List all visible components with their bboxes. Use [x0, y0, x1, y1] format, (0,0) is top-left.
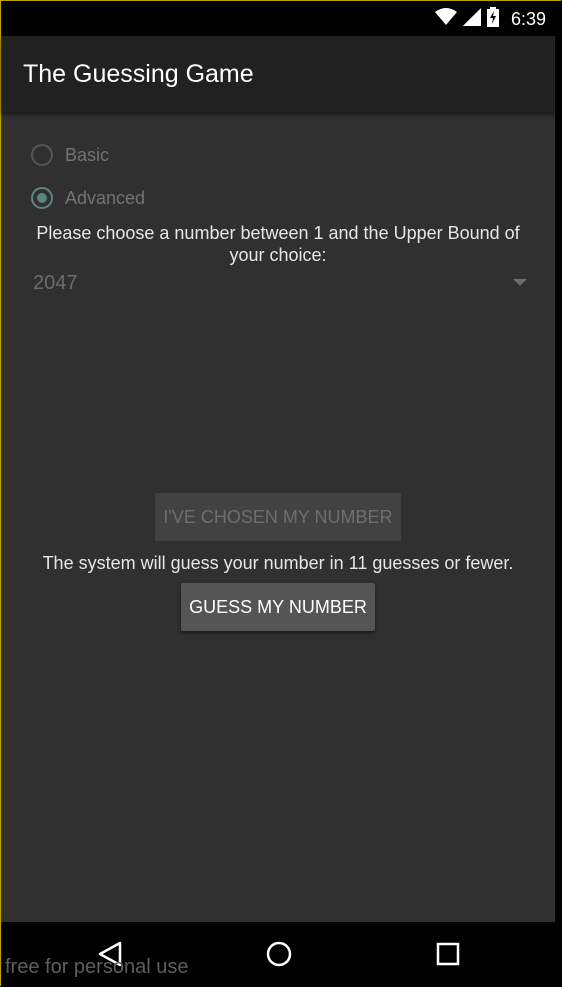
cell-signal-icon [462, 7, 481, 31]
dropdown-arrow-icon [513, 279, 527, 286]
radio-label-basic: Basic [65, 144, 110, 165]
radio-advanced[interactable]: Advanced [31, 183, 145, 213]
watermark-text: free for personal use [5, 956, 189, 978]
right-gutter [555, 36, 562, 922]
status-icons: 6:39 [434, 6, 546, 32]
upper-bound-prompt: Please choose a number between 1 and the… [36, 223, 520, 265]
status-bar: 6:39 [1, 1, 562, 36]
battery-charging-icon [486, 6, 499, 32]
app-title: The Guessing Game [23, 60, 254, 88]
radio-circle-basic [31, 144, 53, 166]
status-clock: 6:39 [510, 8, 546, 29]
radio-circle-advanced [31, 187, 53, 209]
upper-bound-spinner[interactable]: 2047 [23, 270, 535, 302]
radio-basic[interactable]: Basic [31, 140, 109, 170]
recents-icon[interactable] [435, 940, 461, 973]
spinner-selected-value: 2047 [33, 272, 78, 294]
guess-count-info: The system will guess your number in 11 … [42, 553, 514, 573]
home-icon[interactable] [265, 940, 293, 973]
app-bar: The Guessing Game [1, 36, 555, 112]
radio-label-advanced: Advanced [65, 187, 146, 208]
main-content: Basic Advanced Please choose a number be… [1, 112, 555, 922]
wifi-icon [434, 7, 457, 31]
chosen-number-button[interactable]: I've Chosen My Number [155, 493, 401, 541]
guess-my-number-button[interactable]: Guess My Number [181, 583, 375, 631]
